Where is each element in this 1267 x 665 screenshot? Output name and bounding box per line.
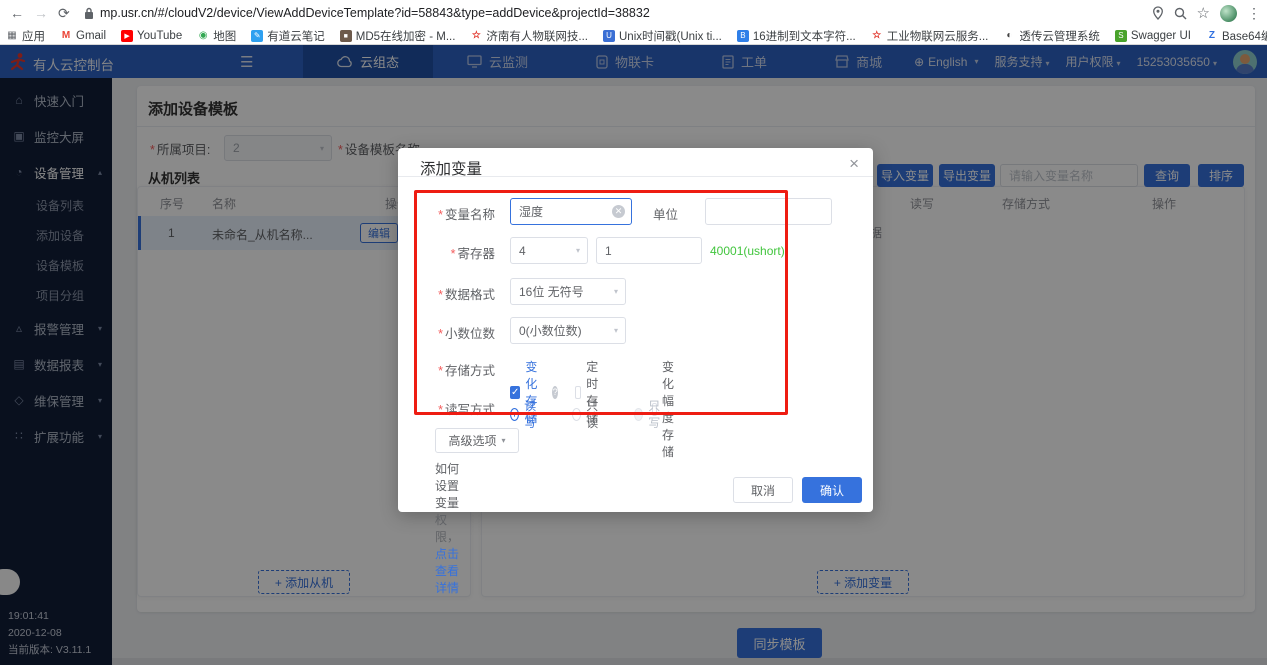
profile-avatar[interactable] (1220, 5, 1237, 22)
lock-icon[interactable] (84, 7, 94, 20)
usr-person-icon: ☆ (871, 30, 883, 42)
globe-icon: ◐ (1003, 30, 1015, 42)
bookmark-swagger[interactable]: SSwagger UI (1115, 30, 1191, 42)
screen: ← → ⟳ mp.usr.cn/#/cloudV2/device/ViewAdd… (0, 0, 1267, 665)
bookmark-hex-text[interactable]: B16进制到文本字符... (737, 28, 856, 44)
forward-icon[interactable]: → (34, 5, 48, 21)
map-icon: ◉ (197, 30, 209, 42)
gmail-icon: M (60, 30, 72, 42)
url-text[interactable]: mp.usr.cn/#/cloudV2/device/ViewAddDevice… (100, 6, 650, 20)
location-pin-icon[interactable] (1152, 6, 1164, 20)
youdao-note-icon: ✎ (251, 30, 263, 42)
bookmark-apps[interactable]: ▦应用 (6, 28, 45, 44)
close-icon[interactable]: × (849, 154, 859, 174)
unix-timestamp-icon: U (603, 30, 615, 42)
bookmark-star-icon[interactable]: ☆ (1197, 4, 1210, 22)
base64-tool-icon: Z (1206, 30, 1218, 42)
bookmark-cloud-mgmt[interactable]: ◐透传云管理系统 (1003, 28, 1100, 44)
md5-tool-icon: ■ (340, 30, 352, 42)
view-details-link[interactable]: 点击查看详情 (435, 547, 459, 595)
hex-tool-icon: B (737, 30, 749, 42)
browser-chrome: ← → ⟳ mp.usr.cn/#/cloudV2/device/ViewAdd… (0, 0, 1267, 45)
advanced-options-button[interactable]: 高级选项▾ (435, 428, 519, 453)
youtube-icon: ▶ (121, 30, 133, 42)
bookmark-gmail[interactable]: MGmail (60, 30, 106, 42)
chrome-menu-icon[interactable]: ⋮ (1247, 5, 1261, 22)
confirm-button[interactable]: 确认 (802, 477, 862, 503)
divider (398, 176, 873, 177)
bookmark-youtube[interactable]: ▶YouTube (121, 30, 182, 42)
bookmarks-bar: ▦应用 MGmail ▶YouTube ◉地图 ✎有道云笔记 ■MD5在线加密 … (0, 27, 1267, 45)
bookmark-base64[interactable]: ZBase64编码转换工... (1206, 28, 1267, 44)
usr-person-icon: ☆ (470, 30, 482, 42)
refresh-icon[interactable]: ⟳ (58, 5, 70, 22)
address-bar: ← → ⟳ mp.usr.cn/#/cloudV2/device/ViewAdd… (0, 0, 1267, 27)
apps-grid-icon: ▦ (6, 30, 18, 42)
bookmark-iiot-cloud[interactable]: ☆工业物联网云服务... (871, 28, 989, 44)
permission-hint: 如何设置变量权限，点击查看详情 (435, 460, 459, 596)
bookmark-unix-time[interactable]: UUnix时间戳(Unix ti... (603, 28, 722, 44)
swagger-icon: S (1115, 30, 1127, 42)
bookmark-youdao[interactable]: ✎有道云笔记 (251, 28, 325, 44)
bookmark-usr-tech[interactable]: ☆济南有人物联网技... (470, 28, 588, 44)
back-icon[interactable]: ← (10, 5, 24, 21)
chevron-down-icon: ▾ (502, 436, 506, 445)
annotation-rect (414, 190, 788, 415)
bookmark-md5[interactable]: ■MD5在线加密 - M... (340, 28, 456, 44)
cancel-button[interactable]: 取消 (733, 477, 793, 503)
bookmark-maps[interactable]: ◉地图 (197, 28, 236, 44)
search-zoom-icon[interactable] (1174, 7, 1187, 20)
